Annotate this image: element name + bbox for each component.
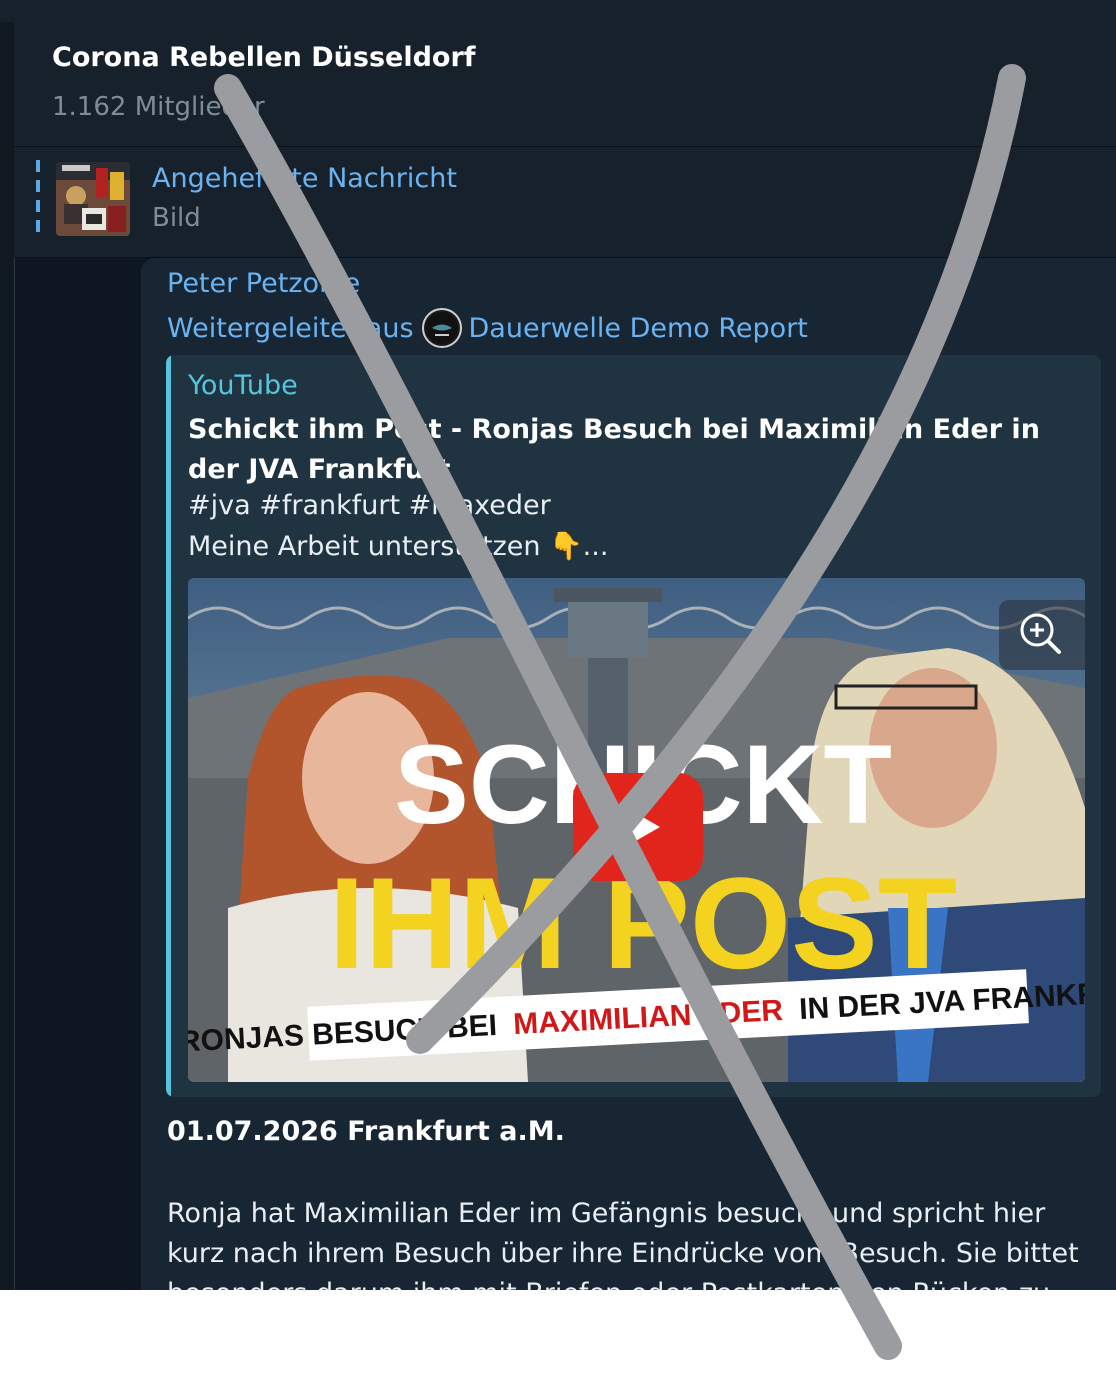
sender-name[interactable]: Peter Petzolde: [167, 268, 360, 299]
zoom-in-icon: [1020, 613, 1061, 654]
channel-avatar: [421, 308, 462, 348]
pinned-indicator: [36, 160, 40, 238]
preview-tags: #jva #frankfurt #maxeder: [188, 490, 551, 521]
play-icon: [573, 773, 703, 881]
message-body: Ronja hat Maximilian Eder im Gefängnis b…: [167, 1198, 1079, 1290]
pinned-message-bar[interactable]: Angeheftete Nachricht Bild: [14, 147, 1116, 258]
pinned-subtitle: Bild: [152, 203, 201, 233]
preview-title: Schickt ihm Post - Ronjas Besuch bei Max…: [188, 414, 1040, 485]
left-strip: [0, 22, 15, 1290]
telegram-window: Corona Rebellen Düsseldorf 1.162 Mitglie…: [0, 0, 1116, 1290]
forwarded-from[interactable]: Weitergeleitet aus Dauerwelle Demo Repor…: [167, 308, 808, 348]
pinned-title: Angeheftete Nachricht: [152, 163, 457, 194]
message-bubble: Peter Petzolde Weitergeleitet aus Dauerw…: [141, 258, 1116, 1290]
preview-accent-bar: [166, 355, 171, 1097]
top-strip: [0, 0, 1116, 22]
chat-header[interactable]: Corona Rebellen Düsseldorf 1.162 Mitglie…: [14, 22, 1116, 147]
white-bottom-area: [0, 1290, 1116, 1373]
link-preview[interactable]: YouTube Schickt ihm Post - Ronjas Besuch…: [166, 355, 1101, 1097]
member-count: 1.162 Mitglieder: [52, 92, 265, 122]
video-thumbnail[interactable]: SCHICKT IHM POST RONJAS BESUCH BEI MAXIM…: [188, 578, 1085, 1082]
forwarded-channel: Dauerwelle Demo Report: [468, 312, 808, 344]
zoom-in-button[interactable]: [999, 600, 1085, 670]
preview-site-name: YouTube: [188, 370, 298, 401]
preview-support-line: Meine Arbeit unterstützen 👇...: [188, 531, 609, 562]
pinned-thumbnail: [56, 162, 130, 236]
message-date-line: 01.07.2026 Frankfurt a.M.: [167, 1116, 565, 1147]
group-title: Corona Rebellen Düsseldorf: [52, 42, 476, 73]
forwarded-prefix: Weitergeleitet aus: [167, 312, 414, 344]
